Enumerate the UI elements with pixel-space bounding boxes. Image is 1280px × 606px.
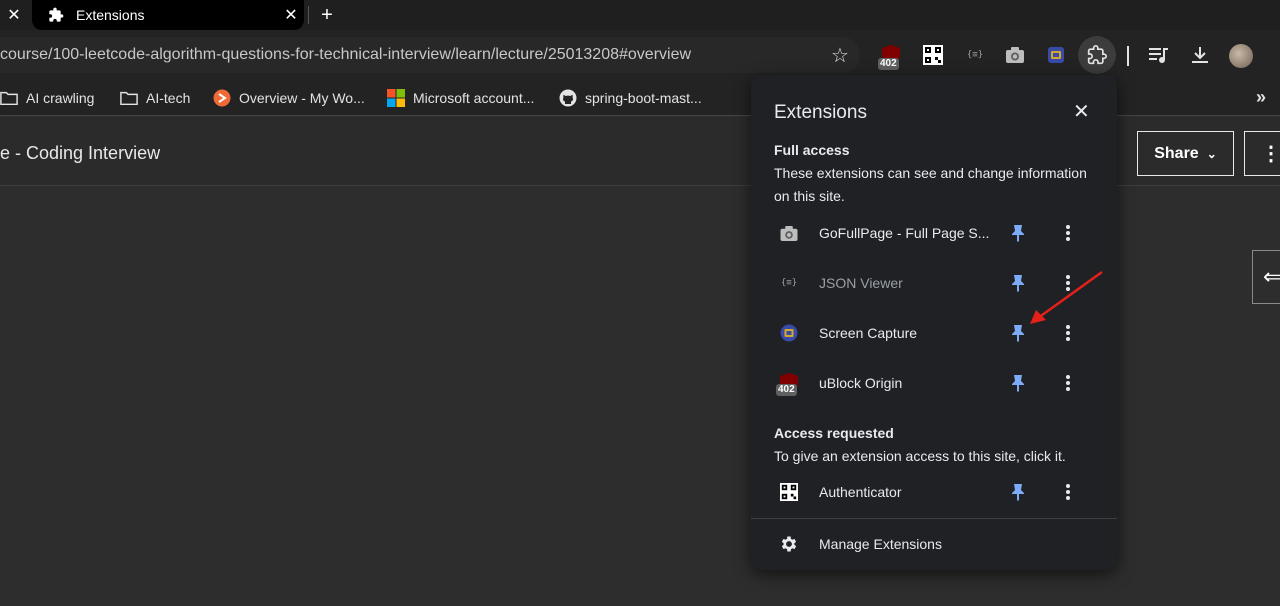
full-access-description: These extensions can see and change info… [774, 165, 1087, 204]
puzzle-icon [1087, 45, 1107, 65]
tab-strip: ✕ Extensions ✕ + [0, 0, 1280, 30]
ublock-badge: 402 [878, 58, 899, 70]
microsoft-icon [387, 89, 405, 107]
screen-capture-icon [1048, 47, 1064, 63]
ublock-toolbar-icon[interactable]: 402 [878, 42, 904, 70]
full-access-heading: Full access [774, 142, 850, 158]
bookmark-label: spring-boot-mast... [585, 90, 702, 106]
bookmark-microsoft[interactable]: Microsoft account... [387, 89, 534, 107]
access-requested-heading: Access requested [774, 425, 894, 441]
toolbar-divider [1127, 46, 1129, 66]
sidebar-toggle-button[interactable]: ⇐ [1252, 250, 1280, 304]
screen-capture-icon [778, 322, 800, 344]
extension-name: Screen Capture [819, 325, 918, 341]
extension-name: GoFullPage - Full Page S... [819, 225, 990, 241]
share-label: Share [1154, 144, 1199, 162]
authenticator-toolbar-icon[interactable] [920, 42, 946, 68]
manage-extensions-button[interactable]: Manage Extensions [751, 525, 1117, 563]
annotation-arrow-icon [1030, 270, 1103, 324]
bookmark-overview[interactable]: Overview - My Wo... [213, 89, 365, 107]
extension-name: JSON Viewer [819, 275, 903, 291]
download-icon [1192, 47, 1208, 63]
new-tab-button[interactable]: + [314, 0, 340, 30]
more-options-button[interactable]: ⋮ [1244, 131, 1280, 176]
bookmark-label: AI-tech [146, 90, 191, 106]
downloads-button[interactable] [1187, 42, 1213, 68]
playlist-icon [1149, 48, 1168, 63]
extension-row-authenticator[interactable]: Authenticator [751, 472, 1117, 512]
browser-toolbar: course/100-leetcode-algorithm-questions-… [0, 30, 1280, 80]
bookmark-label: Microsoft account... [413, 90, 535, 106]
profile-avatar[interactable] [1229, 44, 1253, 68]
popup-divider [751, 518, 1117, 519]
camera-icon [1006, 47, 1024, 63]
json-viewer-toolbar-icon[interactable]: {≡} [962, 42, 988, 68]
bookmark-ai-crawling[interactable]: AI crawling [0, 89, 94, 107]
json-icon: {≡} [780, 278, 798, 288]
popup-title: Extensions [774, 102, 867, 123]
bookmarks-overflow-icon[interactable]: » [1256, 87, 1266, 108]
arrow-left-icon: ⇐ [1263, 264, 1280, 289]
bookmark-ai-tech[interactable]: AI-tech [120, 89, 190, 107]
close-tab-icon[interactable]: ✕ [0, 0, 28, 30]
extension-row-ublock-origin[interactable]: 402 uBlock Origin [751, 363, 1117, 403]
pin-icon[interactable] [1009, 374, 1027, 392]
github-icon [559, 89, 577, 107]
page-title: e - Coding Interview [0, 143, 161, 163]
extension-row-gofullpage[interactable]: GoFullPage - Full Page S... [751, 213, 1117, 253]
extension-name: uBlock Origin [819, 375, 903, 391]
bookmark-label: Overview - My Wo... [239, 90, 365, 106]
extensions-button[interactable] [1078, 36, 1116, 74]
close-icon[interactable]: ✕ [278, 5, 304, 25]
tab-divider [308, 6, 309, 24]
extension-name: Authenticator [819, 484, 902, 500]
media-control-button[interactable] [1146, 42, 1172, 68]
qr-code-icon [778, 481, 800, 503]
chevron-down-icon: ⌄ [1206, 146, 1217, 161]
pin-icon[interactable] [1009, 224, 1027, 242]
more-options-icon[interactable] [1060, 373, 1076, 393]
tab-title: Extensions [76, 7, 145, 23]
ublock-badge: 402 [776, 384, 797, 396]
overview-icon [213, 89, 231, 107]
pin-icon[interactable] [1009, 483, 1027, 501]
bookmark-label: AI crawling [26, 90, 95, 106]
folder-icon [120, 91, 138, 106]
manage-extensions-label: Manage Extensions [819, 536, 942, 552]
gofullpage-toolbar-icon[interactable] [1002, 42, 1028, 68]
screen-capture-toolbar-icon[interactable] [1043, 42, 1069, 68]
qr-code-icon [923, 45, 943, 65]
more-options-icon[interactable] [1060, 223, 1076, 243]
tab-extensions[interactable]: Extensions ✕ [32, 0, 304, 30]
more-options-icon[interactable] [1060, 482, 1076, 502]
bookmark-spring-boot[interactable]: spring-boot-mast... [559, 89, 702, 107]
gear-icon [781, 536, 797, 552]
bookmark-star-icon[interactable]: ☆ [820, 43, 860, 68]
url-text[interactable]: course/100-leetcode-algorithm-questions-… [0, 46, 820, 64]
folder-icon [0, 91, 18, 106]
access-requested-description: To give an extension access to this site… [774, 448, 1066, 464]
ublock-icon: 402 [776, 372, 802, 396]
share-button[interactable]: Share ⌄ [1137, 131, 1234, 176]
address-bar[interactable]: course/100-leetcode-algorithm-questions-… [0, 37, 860, 73]
puzzle-icon [49, 7, 64, 22]
close-icon[interactable]: ✕ [1073, 99, 1090, 124]
camera-icon [778, 222, 800, 244]
